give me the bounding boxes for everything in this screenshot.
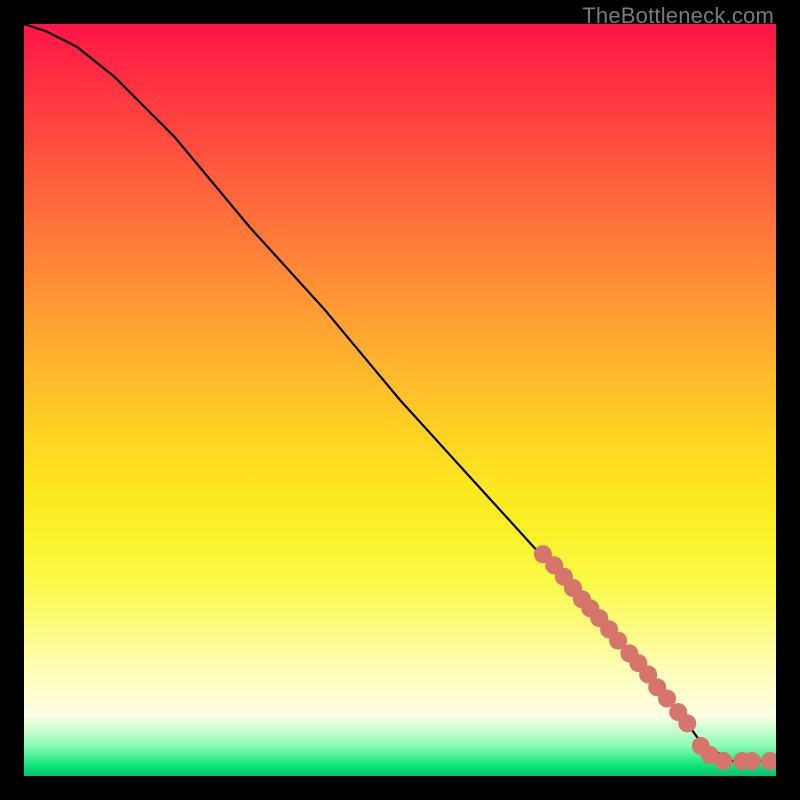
data-marker	[678, 714, 696, 732]
marker-group	[534, 545, 776, 770]
chart-frame: TheBottleneck.com	[0, 0, 800, 800]
chart-svg	[24, 24, 776, 776]
data-marker	[714, 752, 732, 770]
bottleneck-curve	[24, 24, 776, 761]
data-marker	[743, 752, 761, 770]
data-marker	[761, 752, 776, 770]
plot-area	[24, 24, 776, 776]
